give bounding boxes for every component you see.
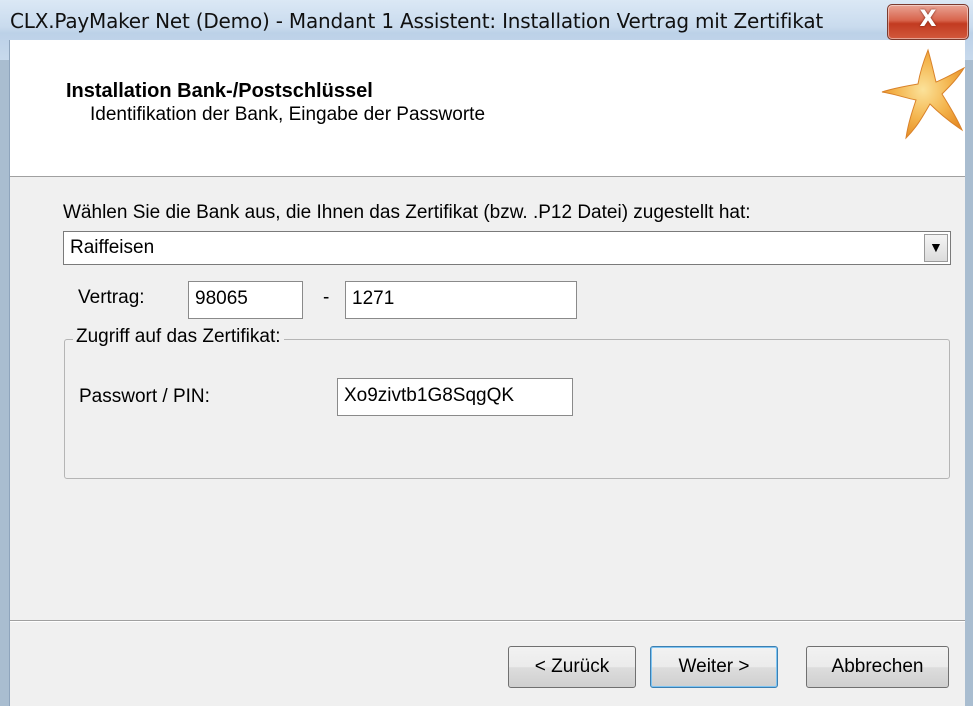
contract-number-field-1[interactable]: 98065	[188, 281, 303, 319]
close-icon: X	[919, 7, 937, 32]
contract-separator: -	[323, 287, 330, 308]
page-subtitle: Identifikation der Bank, Eingabe der Pas…	[90, 104, 486, 125]
chevron-down-icon: ▼	[929, 239, 943, 255]
bank-select[interactable]: Raiffeisen ▼	[63, 231, 951, 265]
cancel-button[interactable]: Abbrechen	[806, 646, 949, 688]
password-field[interactable]: Xo9zivtb1G8SqgQK	[337, 378, 573, 416]
bank-prompt-label: Wählen Sie die Bank aus, die Ihnen das Z…	[63, 202, 751, 223]
password-value: Xo9zivtb1G8SqgQK	[344, 385, 515, 406]
bank-select-value: Raiffeisen	[70, 237, 155, 258]
certificate-group-title: Zugriff auf das Zertifikat:	[73, 326, 284, 348]
starfish-icon	[881, 48, 966, 140]
page-title: Installation Bank-/Postschlüssel	[66, 80, 373, 102]
certificate-access-group: Zugriff auf das Zertifikat: Passwort / P…	[64, 326, 950, 479]
password-label: Passwort / PIN:	[79, 386, 210, 407]
wizard-header: Installation Bank-/Postschlüssel Identif…	[10, 40, 966, 177]
back-button[interactable]: < Zurück	[508, 646, 636, 688]
next-button[interactable]: Weiter >	[650, 646, 778, 688]
button-separator	[10, 620, 965, 622]
wizard-window: CLX.PayMaker Net (Demo) - Mandant 1 Assi…	[0, 0, 973, 706]
wizard-client-area: Installation Bank-/Postschlüssel Identif…	[9, 40, 966, 706]
dropdown-arrow-button[interactable]: ▼	[924, 234, 948, 262]
window-title: CLX.PayMaker Net (Demo) - Mandant 1 Assi…	[10, 9, 824, 33]
contract-number-field-2[interactable]: 1271	[345, 281, 577, 319]
close-button[interactable]: X	[887, 4, 969, 40]
contract-number-value-1: 98065	[195, 288, 248, 309]
contract-label: Vertrag:	[78, 287, 145, 308]
contract-number-value-2: 1271	[352, 288, 395, 309]
